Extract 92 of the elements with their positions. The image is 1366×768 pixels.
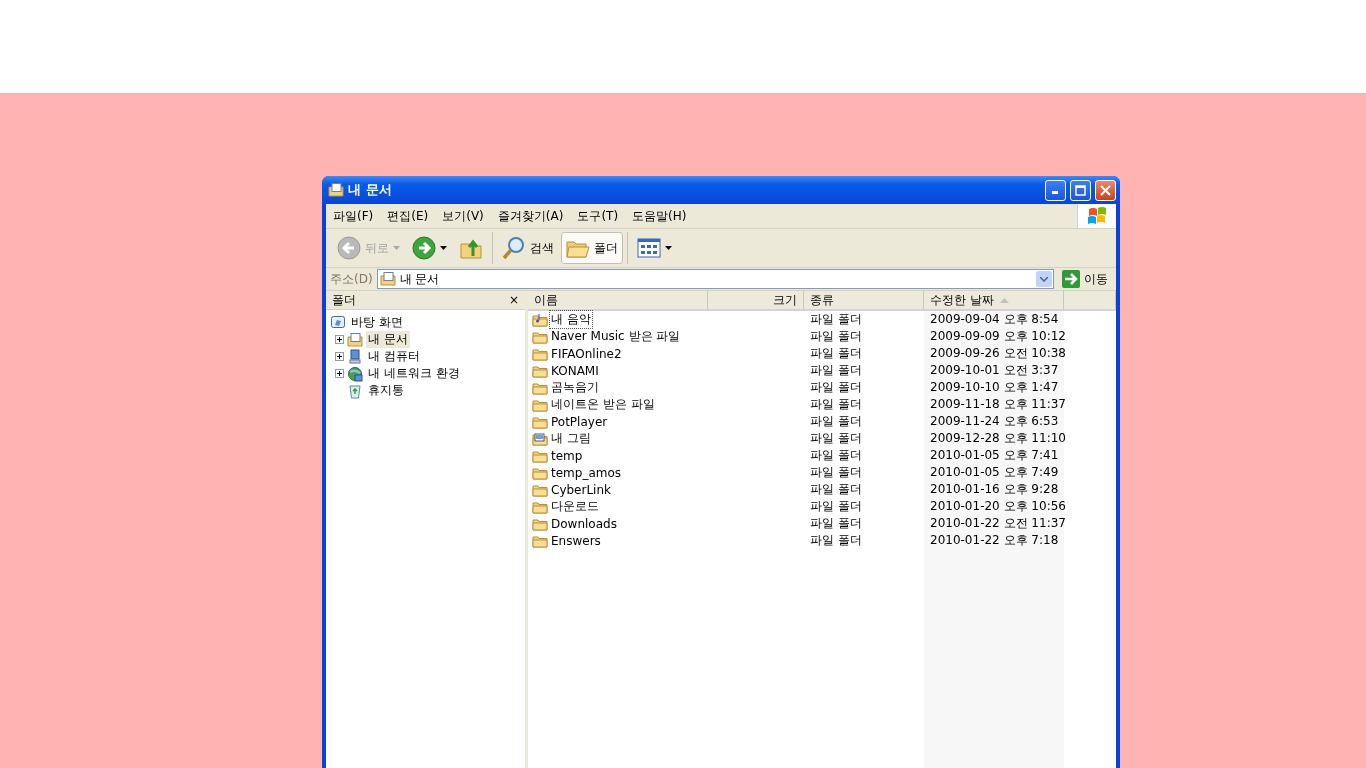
minimize-button[interactable] bbox=[1045, 179, 1066, 201]
go-arrow-icon bbox=[1062, 270, 1080, 288]
date-cell-text: 2010-01-16 오후 9:28 bbox=[929, 481, 1060, 498]
go-button[interactable]: 이동 bbox=[1058, 270, 1112, 288]
type-cell-text: 파일 폴더 bbox=[809, 413, 863, 430]
documents-folder-icon bbox=[379, 271, 396, 287]
address-field[interactable]: 내 문서 bbox=[376, 269, 1054, 289]
file-name[interactable]: Enswers bbox=[549, 532, 603, 549]
address-label: 주소(D) bbox=[330, 270, 373, 288]
music-folder-icon bbox=[532, 311, 548, 328]
picture-folder-icon bbox=[532, 430, 548, 447]
type-cell-text: 파일 폴더 bbox=[809, 447, 863, 464]
file-name[interactable]: 내 그림 bbox=[549, 429, 593, 448]
file-name[interactable]: CyberLink bbox=[549, 481, 613, 498]
tree-item[interactable]: 내 네트워크 환경 bbox=[366, 365, 462, 382]
file-name[interactable]: temp bbox=[549, 447, 585, 464]
column-header[interactable]: 크기 bbox=[708, 291, 804, 309]
date-cell-text: 2009-11-18 오후 11:37 bbox=[929, 396, 1064, 413]
network-icon bbox=[347, 365, 363, 382]
computer-icon bbox=[347, 348, 363, 365]
type-cell-text: 파일 폴더 bbox=[809, 532, 863, 549]
type-cell-text: 파일 폴더 bbox=[809, 328, 863, 345]
tree-item[interactable]: 휴지통 bbox=[366, 382, 406, 399]
column-header[interactable]: 수정한 날짜 bbox=[924, 291, 1064, 309]
file-name[interactable]: Naver Music 받은 파일 bbox=[549, 327, 683, 346]
date-cell-text: 2010-01-05 오후 7:49 bbox=[929, 464, 1060, 481]
documents-folder-icon bbox=[328, 182, 344, 198]
date-cell-text: 2009-09-26 오전 10:38 bbox=[929, 345, 1064, 362]
documents-folder-icon bbox=[347, 331, 363, 348]
type-cell-text: 파일 폴더 bbox=[809, 345, 863, 362]
caret-icon bbox=[393, 246, 400, 250]
column-header[interactable]: 이름 bbox=[528, 291, 708, 309]
type-cell-text: 파일 폴더 bbox=[809, 379, 863, 396]
pane-title: 폴더 bbox=[332, 291, 356, 309]
date-cell-text: 2010-01-05 오후 7:41 bbox=[929, 447, 1060, 464]
dropdown-button[interactable] bbox=[1036, 271, 1052, 287]
window-title: 내 문서 bbox=[348, 181, 393, 199]
expand-icon[interactable] bbox=[335, 335, 344, 344]
file-name[interactable]: 곰녹음기 bbox=[549, 378, 601, 397]
close-button[interactable] bbox=[1095, 179, 1116, 201]
type-cell-text: 파일 폴더 bbox=[809, 515, 863, 532]
pane-close-button[interactable]: × bbox=[508, 293, 519, 307]
maximize-button[interactable] bbox=[1070, 179, 1091, 201]
search-icon bbox=[502, 236, 526, 260]
type-cell-text: 파일 폴더 bbox=[809, 464, 863, 481]
menu-item[interactable]: 도구(T) bbox=[570, 207, 626, 225]
file-name[interactable]: Downloads bbox=[549, 515, 619, 532]
desktop-icon bbox=[330, 314, 346, 331]
menu-item[interactable]: 즐겨찾기(A) bbox=[490, 207, 571, 225]
date-cell-text: 2009-09-04 오후 8:54 bbox=[929, 311, 1060, 328]
date-cell-text: 2009-10-01 오전 3:37 bbox=[929, 362, 1060, 379]
type-cell-text: 파일 폴더 bbox=[809, 311, 863, 328]
type-cell-text: 파일 폴더 bbox=[809, 481, 863, 498]
file-name[interactable]: 다운로드 bbox=[549, 497, 601, 516]
file-name[interactable]: PotPlayer bbox=[549, 413, 610, 430]
windows-logo-icon bbox=[1087, 207, 1107, 225]
file-name[interactable]: 네이트온 받은 파일 bbox=[549, 395, 657, 414]
expand-icon[interactable] bbox=[335, 369, 344, 378]
tree-item[interactable]: 내 문서 bbox=[366, 331, 410, 348]
close-icon bbox=[1100, 184, 1111, 196]
expand-icon[interactable] bbox=[335, 352, 344, 361]
search-button[interactable]: 검색 bbox=[497, 232, 559, 264]
recycle-bin-icon bbox=[347, 382, 363, 399]
file-name[interactable]: KONAMI bbox=[549, 362, 601, 379]
type-cell-text: 파일 폴더 bbox=[809, 396, 863, 413]
tree-item[interactable]: 바탕 화면 bbox=[349, 314, 405, 331]
type-cell-text: 파일 폴더 bbox=[809, 430, 863, 447]
views-grid-icon bbox=[637, 237, 661, 259]
sort-arrow-icon bbox=[999, 297, 1009, 303]
file-name[interactable]: FIFAOnline2 bbox=[549, 345, 624, 362]
maximize-icon bbox=[1075, 184, 1086, 196]
date-cell-text: 2009-09-09 오후 10:12 bbox=[929, 328, 1064, 345]
date-cell-text: 2010-01-22 오후 7:18 bbox=[929, 532, 1060, 549]
date-cell-text: 2010-01-22 오전 11:37 bbox=[929, 515, 1064, 532]
folders-button[interactable]: 폴더 bbox=[561, 232, 623, 264]
menu-item[interactable]: 보기(V) bbox=[435, 207, 491, 225]
type-cell-text: 파일 폴더 bbox=[809, 362, 863, 379]
date-cell-text: 2009-11-24 오후 6:53 bbox=[929, 413, 1060, 430]
caret-icon bbox=[665, 246, 672, 250]
column-header[interactable]: 종류 bbox=[804, 291, 924, 309]
menu-item[interactable]: 파일(F) bbox=[326, 207, 381, 225]
caret-icon bbox=[440, 246, 447, 250]
date-cell-text: 2009-12-28 오후 11:10 bbox=[929, 430, 1064, 447]
file-name[interactable]: 내 음악 bbox=[549, 310, 593, 329]
type-cell-text: 파일 폴더 bbox=[809, 498, 863, 515]
chevron-down-icon bbox=[1040, 276, 1048, 282]
menu-item[interactable]: 편집(E) bbox=[380, 207, 436, 225]
file-name[interactable]: temp_amos bbox=[549, 464, 624, 481]
menu-item[interactable]: 도움말(H) bbox=[625, 207, 694, 225]
date-cell-text: 2010-01-20 오후 10:56 bbox=[929, 498, 1064, 515]
tree-item[interactable]: 내 컴퓨터 bbox=[366, 348, 422, 365]
date-cell-text: 2009-10-10 오후 1:47 bbox=[929, 379, 1060, 396]
